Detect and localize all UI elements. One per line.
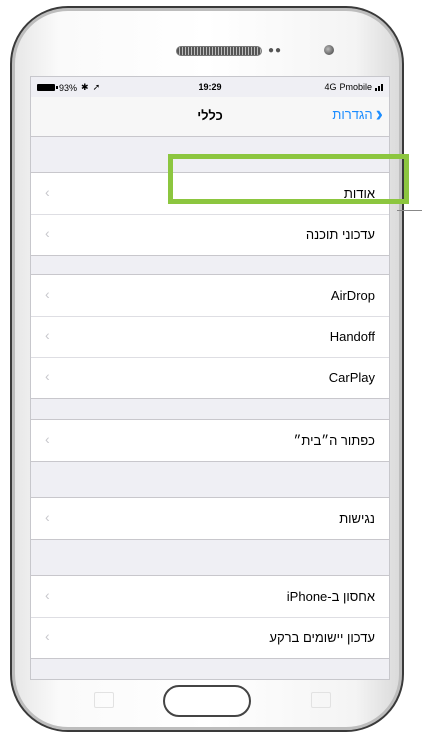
settings-group-continuity: AirDrop ‹ Handoff ‹ CarPlay ‹ (31, 274, 389, 399)
pointer-line (397, 210, 422, 211)
signal-icon (375, 83, 383, 91)
row-label: כפתור ה״בית״ (293, 433, 375, 448)
chevron-left-icon: ‹ (45, 286, 50, 302)
chevron-left-icon: ‹ (45, 184, 50, 200)
chevron-left-icon: ‹ (45, 368, 50, 384)
chevron-left-icon: ‹ (45, 431, 50, 447)
settings-row-software-update[interactable]: עדכוני תוכנה ‹ (31, 214, 389, 255)
menu-softkey-icon (94, 692, 114, 708)
home-button[interactable] (163, 685, 251, 717)
front-camera (324, 45, 334, 55)
highlight-box (168, 154, 409, 204)
settings-row-storage[interactable]: אחסון ב-iPhone ‹ (31, 576, 389, 617)
row-label: עדכוני תוכנה (305, 227, 375, 242)
navigation-bar: כללי הגדרות › (31, 97, 389, 137)
chevron-left-icon: ‹ (45, 327, 50, 343)
row-label: AirDrop (330, 288, 375, 303)
settings-row-accessibility[interactable]: נגישות ‹ (31, 498, 389, 539)
chevron-left-icon: ‹ (45, 587, 50, 603)
settings-group-accessibility: נגישות ‹ (31, 497, 389, 540)
row-label: אחסון ב-iPhone (286, 589, 375, 604)
row-label: נגישות (339, 511, 375, 526)
row-label: CarPlay (328, 370, 375, 385)
settings-row-home-button[interactable]: כפתור ה״בית״ ‹ (31, 420, 389, 461)
settings-group-home-button: כפתור ה״בית״ ‹ (31, 419, 389, 462)
chevron-left-icon: ‹ (45, 509, 50, 525)
back-softkey-icon (311, 692, 331, 708)
settings-row-handoff[interactable]: Handoff ‹ (31, 316, 389, 357)
back-button[interactable]: הגדרות › (332, 101, 383, 126)
chevron-right-icon: › (375, 101, 383, 126)
chevron-left-icon: ‹ (45, 628, 50, 644)
row-label: Handoff (329, 329, 375, 344)
sensor-dots: ●● (268, 45, 283, 56)
network-type: 4G (324, 82, 337, 92)
status-bar: 93% ✱ ➚ 19:29 4G Pmobile (31, 77, 389, 97)
carrier-name: Pmobile (339, 82, 372, 92)
row-label: עדכון יישומים ברקע (269, 630, 375, 645)
back-label: הגדרות (332, 106, 373, 122)
chevron-left-icon: ‹ (45, 225, 50, 241)
settings-row-airdrop[interactable]: AirDrop ‹ (31, 275, 389, 316)
speaker-grille (176, 46, 262, 56)
settings-row-carplay[interactable]: CarPlay ‹ (31, 357, 389, 398)
settings-row-background-refresh[interactable]: עדכון יישומים ברקע ‹ (31, 617, 389, 658)
settings-group-storage: אחסון ב-iPhone ‹ עדכון יישומים ברקע ‹ (31, 575, 389, 659)
